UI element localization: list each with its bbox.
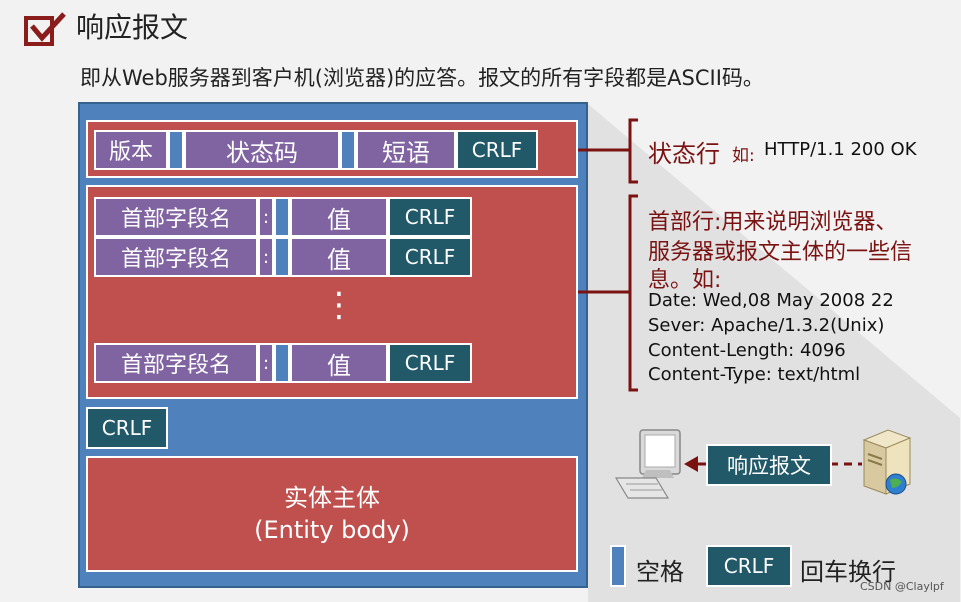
value-cell: 值 [290, 197, 388, 237]
checkbox-icon [24, 12, 66, 46]
computer-icon [614, 429, 681, 499]
entity-body-subtitle: (Entity body) [254, 516, 410, 544]
colon-cell: : [258, 197, 274, 237]
flow-label: 响应报文 [706, 444, 832, 486]
watermark: CSDN @Claylpf [860, 580, 944, 593]
server-icon [862, 429, 912, 495]
legend-space-label: 空格 [636, 558, 684, 586]
field-name-cell: 首部字段名 [94, 237, 258, 277]
ellipsis: ⋮ [322, 285, 356, 325]
blank-line-crlf: CRLF [86, 407, 168, 449]
entity-body: 实体主体 (Entity body) [86, 456, 578, 572]
legend-crlf-box: CRLF [706, 545, 792, 587]
status-line-row: 版本 状态码 短语 CRLF [86, 120, 578, 178]
status-line-example: HTTP/1.1 200 OK [764, 139, 917, 160]
legend-space-swatch [610, 545, 626, 587]
space-cell [274, 197, 290, 237]
crlf-cell: CRLF [388, 197, 472, 237]
colon-cell: : [258, 343, 274, 383]
header-lines-block: 首部字段名 : 值 CRLF 首部字段名 : 值 CRLF ⋮ 首部字段名 : … [86, 185, 578, 399]
colon-cell: : [258, 237, 274, 277]
value-cell: 值 [290, 343, 388, 383]
space-cell [168, 130, 184, 170]
page-subtitle: 即从Web服务器到客户机(浏览器)的应答。报文的所有字段都是ASCII码。 [80, 66, 764, 90]
crlf-cell: CRLF [456, 130, 538, 170]
space-cell [274, 343, 290, 383]
header-example-type: Content-Type: text/html [648, 364, 861, 385]
field-name-cell: 首部字段名 [94, 343, 258, 383]
crlf-cell: CRLF [388, 343, 472, 383]
header-lines-desc-1: 首部行:用来说明浏览器、 [648, 210, 898, 235]
field-name-cell: 首部字段名 [94, 197, 258, 237]
header-example-server: Sever: Apache/1.3.2(Unix) [648, 315, 885, 336]
brackets [578, 118, 638, 392]
phrase-cell: 短语 [356, 130, 456, 170]
space-cell [340, 130, 356, 170]
version-cell: 版本 [94, 130, 168, 170]
header-example-length: Content-Length: 4096 [648, 340, 846, 361]
entity-body-title: 实体主体 [284, 484, 380, 512]
value-cell: 值 [290, 237, 388, 277]
status-line-label: 状态行 [648, 140, 720, 168]
crlf-cell: CRLF [388, 237, 472, 277]
header-example-date: Date: Wed,08 May 2008 22 [648, 290, 894, 311]
page-title: 响应报文 [76, 11, 189, 44]
status-code-cell: 状态码 [184, 130, 340, 170]
status-line-example-prefix: 如: [732, 146, 755, 166]
space-cell [274, 237, 290, 277]
